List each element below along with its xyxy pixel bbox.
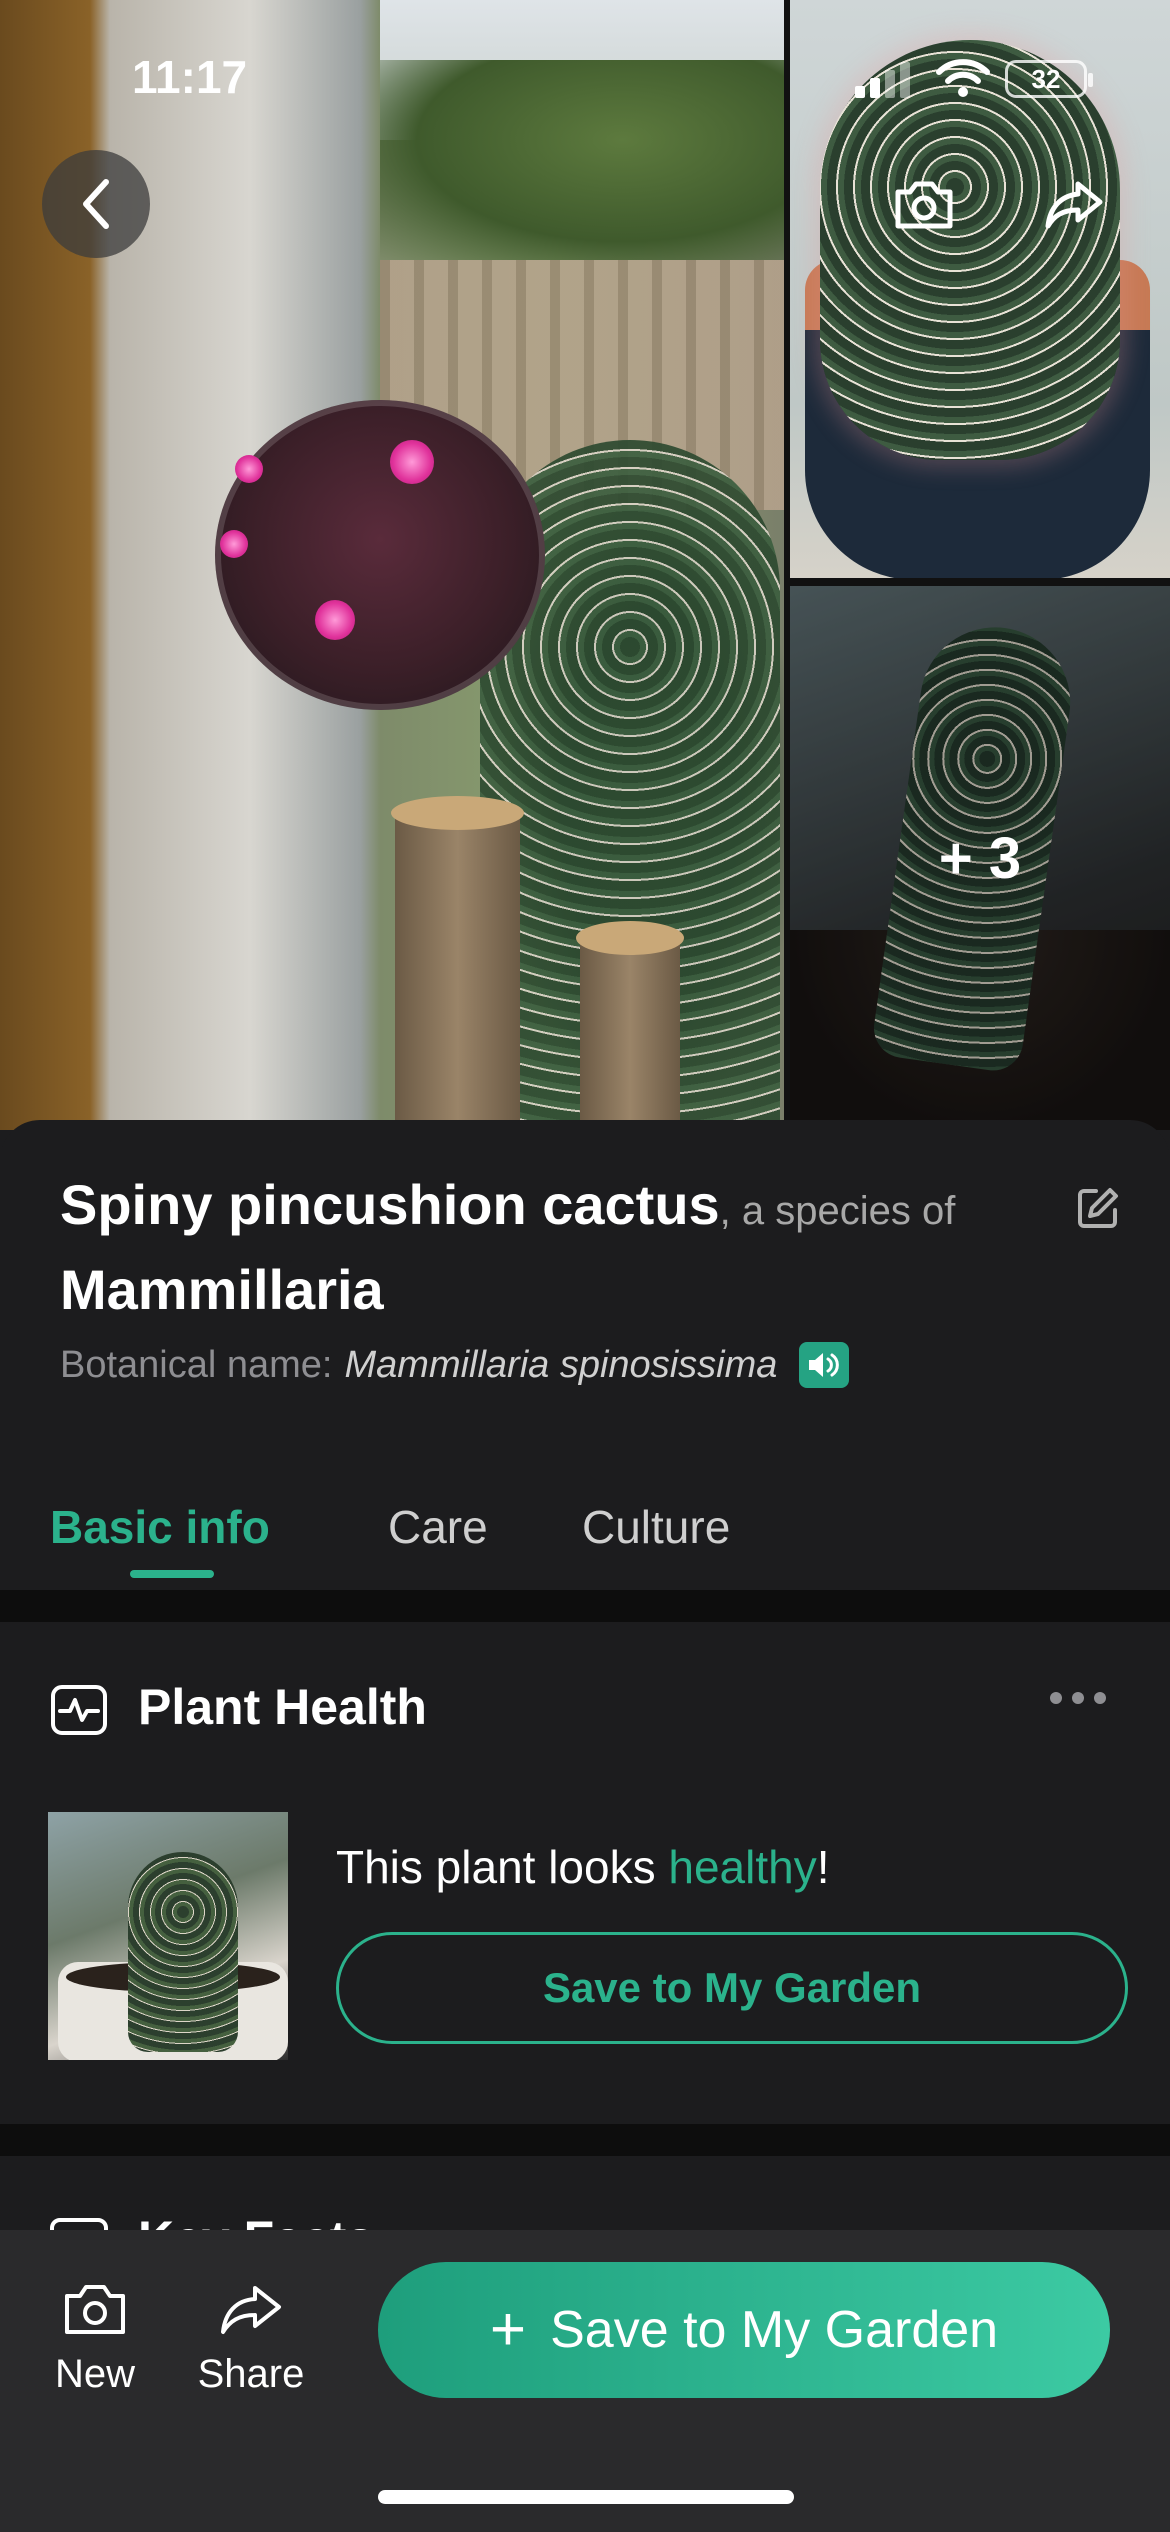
share-label: Share bbox=[197, 2352, 305, 2396]
save-to-garden-outline-button[interactable]: Save to My Garden bbox=[336, 1932, 1128, 2044]
cactus-head bbox=[215, 400, 545, 710]
species-of-text: , a species of bbox=[719, 1189, 956, 1233]
speaker-icon bbox=[809, 1353, 840, 1377]
save-to-garden-label: Save to My Garden bbox=[550, 2301, 999, 2359]
botanical-name-row: Botanical name: Mammillaria spinosissima bbox=[60, 1342, 850, 1388]
more-photos-count: + 3 bbox=[938, 825, 1022, 891]
camera-icon bbox=[65, 2285, 125, 2334]
cut-stem bbox=[391, 796, 524, 1130]
info-tabs: Basic info Care Culture bbox=[0, 1480, 1170, 1590]
more-dots-icon bbox=[1050, 1692, 1062, 1704]
tab-care[interactable]: Care bbox=[388, 1500, 488, 1554]
back-button[interactable] bbox=[42, 150, 150, 258]
plant-genus[interactable]: Mammillaria bbox=[60, 1258, 384, 1321]
save-to-garden-primary-button[interactable]: + Save to My Garden bbox=[378, 2262, 1110, 2398]
status-bar: 11:17 32 bbox=[0, 0, 1170, 150]
photo-gallery: + 3 bbox=[0, 0, 1170, 1130]
plant-health-card: Plant Health This plant looks healthy! S… bbox=[0, 1622, 1170, 2124]
plant-health-title: Plant Health bbox=[138, 1679, 427, 1735]
share-arrow-icon bbox=[1045, 181, 1103, 229]
more-options-button[interactable] bbox=[1050, 1692, 1106, 1704]
share-arrow-icon bbox=[221, 2286, 281, 2334]
back-chevron-icon bbox=[83, 179, 109, 229]
plus-icon: + bbox=[489, 2295, 527, 2364]
pink-flower bbox=[235, 455, 263, 483]
battery-icon: 32 bbox=[1005, 60, 1093, 98]
battery-level: 32 bbox=[1031, 63, 1061, 94]
health-status-prefix: This plant looks bbox=[336, 1841, 669, 1893]
health-status-suffix: ! bbox=[816, 1841, 830, 1893]
pronounce-button[interactable] bbox=[799, 1342, 850, 1388]
health-status-word: healthy bbox=[668, 1841, 817, 1893]
tab-basic-info[interactable]: Basic info bbox=[50, 1500, 270, 1554]
health-status-text: This plant looks healthy! bbox=[336, 1840, 830, 1894]
tab-culture[interactable]: Culture bbox=[582, 1500, 730, 1554]
more-dots-icon bbox=[1094, 1692, 1106, 1704]
plant-info-panel: Spiny pincushion cactus, a species of Ma… bbox=[0, 1120, 1170, 1590]
active-tab-indicator bbox=[130, 1570, 214, 1578]
plant-title: Spiny pincushion cactus, a species of Ma… bbox=[60, 1170, 1020, 1340]
home-indicator bbox=[378, 2490, 794, 2504]
gallery-divider bbox=[784, 0, 790, 1130]
pink-flower bbox=[390, 440, 434, 484]
pink-flower bbox=[220, 530, 248, 558]
more-photos-overlay[interactable]: + 3 bbox=[790, 586, 1170, 1130]
edit-button[interactable] bbox=[1070, 1180, 1126, 1236]
camera-button[interactable] bbox=[870, 150, 978, 258]
botanical-label: Botanical name: bbox=[60, 1343, 333, 1386]
wifi-icon bbox=[936, 59, 990, 97]
share-button[interactable] bbox=[1020, 150, 1128, 258]
more-dots-icon bbox=[1072, 1692, 1084, 1704]
new-label: New bbox=[54, 2352, 136, 2396]
plant-common-name: Spiny pincushion cactus bbox=[60, 1173, 720, 1236]
camera-icon bbox=[895, 181, 953, 229]
cellular-signal-icon bbox=[855, 62, 910, 98]
section-separator bbox=[0, 2124, 1170, 2156]
section-separator bbox=[0, 1590, 1170, 1622]
gallery-divider bbox=[790, 578, 1170, 586]
edit-icon bbox=[1078, 1188, 1118, 1228]
botanical-name: Mammillaria spinosissima bbox=[344, 1343, 778, 1386]
status-time: 11:17 bbox=[132, 51, 248, 103]
health-pulse-icon bbox=[51, 1685, 107, 1735]
share-bottom-button[interactable]: Share bbox=[195, 2280, 307, 2397]
thumbnail-cactus bbox=[128, 1852, 238, 2052]
pink-flower bbox=[315, 600, 355, 640]
bottom-toolbar: New Share + Save to My Garden bbox=[0, 2230, 1170, 2532]
new-scan-button[interactable]: New bbox=[50, 2280, 140, 2397]
thumbnail-photo-2[interactable]: + 3 bbox=[790, 586, 1170, 1130]
health-photo-thumbnail[interactable] bbox=[48, 1812, 288, 2060]
cut-stem bbox=[576, 921, 684, 1130]
